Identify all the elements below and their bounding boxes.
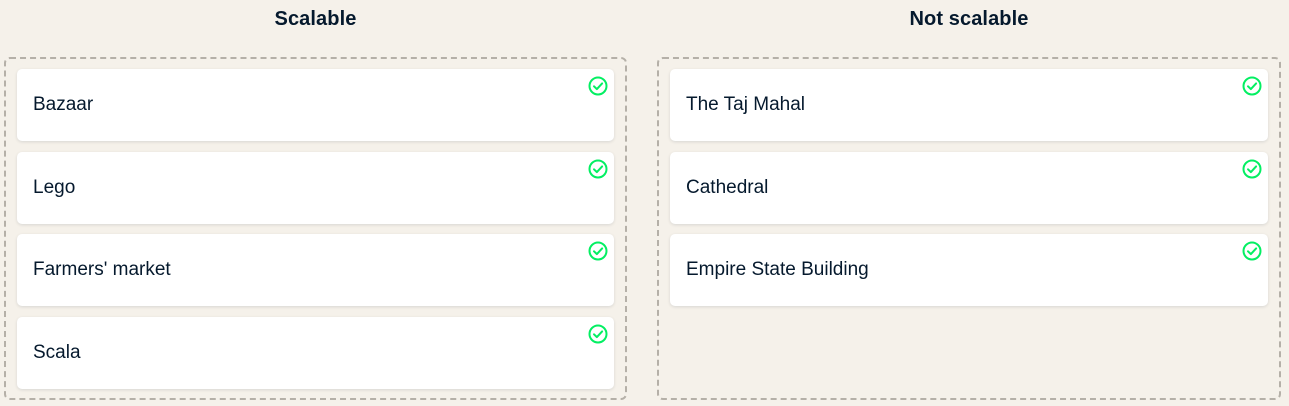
card-label: Bazaar (33, 94, 94, 115)
check-circle-icon (588, 159, 608, 179)
category-column-not-scalable: Not scalable The Taj Mahal Cathedral Emp… (657, 0, 1281, 400)
check-circle-icon (588, 76, 608, 96)
card-label: Farmers' market (33, 259, 171, 280)
check-circle-icon (588, 241, 608, 261)
draggable-card[interactable]: The Taj Mahal (670, 69, 1268, 141)
draggable-card[interactable]: Scala (17, 317, 614, 389)
check-circle-icon (1242, 76, 1262, 96)
card-label: Cathedral (686, 177, 769, 198)
card-label: Empire State Building (686, 259, 869, 280)
draggable-card[interactable]: Cathedral (670, 152, 1268, 224)
column-title: Scalable (274, 8, 357, 30)
dropzone-scalable[interactable]: Bazaar Lego Farmers' market Scala (4, 57, 627, 400)
draggable-card[interactable]: Farmers' market (17, 234, 614, 306)
card-label: The Taj Mahal (686, 94, 805, 115)
draggable-card[interactable]: Bazaar (17, 69, 614, 141)
draggable-card[interactable]: Lego (17, 152, 614, 224)
check-circle-icon (1242, 159, 1262, 179)
draggable-card[interactable]: Empire State Building (670, 234, 1268, 306)
check-circle-icon (588, 324, 608, 344)
category-column-scalable: Scalable Bazaar Lego Farmers' market Sca… (4, 0, 627, 400)
card-label: Lego (33, 177, 76, 198)
check-circle-icon (1242, 241, 1262, 261)
column-title: Not scalable (909, 8, 1029, 30)
dropzone-not-scalable[interactable]: The Taj Mahal Cathedral Empire State Bui… (657, 57, 1281, 400)
card-label: Scala (33, 342, 81, 363)
